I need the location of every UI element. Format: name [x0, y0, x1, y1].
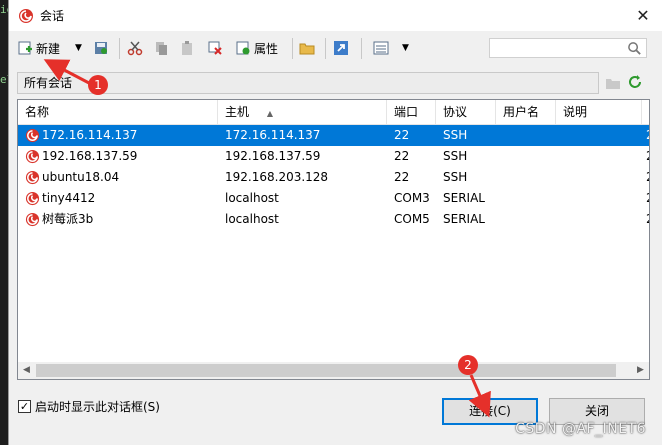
annotation-badge-2: 2 — [458, 355, 478, 375]
search-icon[interactable] — [627, 41, 642, 56]
window-title: 会话 — [40, 9, 65, 23]
column-header-host[interactable]: 主机 ▲ — [218, 100, 387, 124]
save-session-button[interactable] — [93, 36, 109, 60]
toolbar-separator — [292, 38, 293, 59]
toolbar-separator — [325, 38, 326, 59]
annotation-badge-1: 1 — [88, 75, 108, 95]
cell-protocol: SSH — [443, 149, 468, 163]
cell-extra: 2 — [646, 167, 649, 188]
new-dropdown-arrow[interactable]: ▼ — [75, 36, 82, 60]
cell-port: 22 — [394, 149, 410, 163]
paste-button[interactable] — [179, 36, 195, 60]
session-icon — [25, 128, 40, 143]
cell-protocol: SSH — [443, 128, 468, 142]
scroll-thumb[interactable] — [36, 364, 616, 377]
session-icon — [25, 149, 40, 164]
new-session-label: 新建 — [36, 41, 61, 56]
shortcut-arrow-icon — [334, 41, 348, 55]
folder-icon — [299, 43, 315, 55]
cell-name: 192.168.137.59 — [42, 149, 138, 163]
app-logo-icon — [19, 8, 33, 23]
session-icon — [25, 170, 40, 185]
scroll-left-arrow[interactable]: ◀ — [18, 362, 35, 379]
cell-port: COM3 — [394, 191, 430, 205]
sessions-dialog: 会话 ✕ 新建 ▼ 属性 ▼ 所有会话 名称 主机 ▲ 端口 协议 用户名 说明… — [8, 0, 662, 445]
close-window-button[interactable]: ✕ — [634, 6, 652, 25]
cell-port: 22 — [394, 128, 410, 142]
table-row[interactable]: tiny4412 localhost COM3 SERIAL 2 — [18, 188, 649, 209]
cell-extra: 2 — [646, 146, 649, 167]
copy-icon — [156, 42, 167, 55]
sessions-table: 名称 主机 ▲ 端口 协议 用户名 说明 修 172.16.114.137172… — [17, 99, 650, 380]
properties-icon — [236, 41, 250, 55]
session-icon — [25, 212, 40, 227]
view-mode-button[interactable] — [373, 36, 389, 60]
paste-icon — [182, 41, 192, 55]
cell-host: 192.168.137.59 — [225, 149, 321, 163]
list-view-icon — [373, 41, 389, 55]
cell-port: COM5 — [394, 212, 430, 226]
session-icon — [25, 191, 40, 206]
sort-ascending-icon: ▲ — [266, 109, 273, 118]
cut-button[interactable] — [127, 36, 143, 60]
cell-name: 172.16.114.137 — [42, 128, 138, 142]
startup-checkbox-label: 启动时显示此对话框(S) — [35, 400, 160, 414]
properties-label: 属性 — [254, 41, 279, 56]
cell-protocol: SERIAL — [443, 191, 485, 205]
table-row[interactable]: 树莓派3b localhost COM5 SERIAL 2 — [18, 209, 649, 230]
cell-host: 172.16.114.137 — [225, 128, 321, 142]
new-folder-button[interactable] — [299, 36, 315, 60]
cell-port: 22 — [394, 170, 410, 184]
delete-button[interactable] — [207, 36, 223, 60]
scissors-icon — [127, 41, 143, 56]
column-header-protocol[interactable]: 协议 — [436, 100, 496, 124]
refresh-icon[interactable] — [627, 74, 643, 90]
view-dropdown-arrow[interactable]: ▼ — [402, 36, 409, 60]
cell-host: localhost — [225, 191, 279, 205]
cell-name: tiny4412 — [42, 191, 96, 205]
column-header-host-label: 主机 — [225, 105, 250, 119]
folder-up-icon[interactable] — [605, 75, 621, 91]
save-disk-icon — [95, 42, 107, 54]
cell-name: ubuntu18.04 — [42, 170, 120, 184]
cell-extra: 2 — [646, 209, 649, 230]
cell-host: localhost — [225, 212, 279, 226]
cell-protocol: SSH — [443, 170, 468, 184]
table-row[interactable]: ubuntu18.04 192.168.203.128 22 SSH 2 — [18, 167, 649, 188]
copy-button[interactable] — [153, 36, 169, 60]
column-header-modified[interactable]: 修 — [642, 100, 649, 124]
cell-extra: 2 — [646, 188, 649, 209]
table-row[interactable]: 192.168.137.59 192.168.137.59 22 SSH 2 — [18, 146, 649, 167]
startup-checkbox-row[interactable]: ✓ 启动时显示此对话框(S) — [18, 398, 160, 415]
startup-checkbox[interactable]: ✓ — [18, 400, 31, 413]
column-header-username[interactable]: 用户名 — [496, 100, 556, 124]
scroll-right-arrow[interactable]: ▶ — [632, 362, 649, 379]
cell-name: 树莓派3b — [42, 212, 94, 226]
horizontal-scrollbar[interactable]: ◀ ▶ — [18, 362, 649, 379]
column-header-name[interactable]: 名称 — [18, 100, 218, 124]
new-session-button[interactable]: 新建 — [17, 36, 60, 60]
cell-protocol: SERIAL — [443, 212, 485, 226]
search-box[interactable] — [489, 38, 647, 58]
table-row[interactable]: 172.16.114.137 172.16.114.137 22 SSH 2 — [18, 125, 649, 146]
toolbar-separator — [119, 38, 120, 59]
watermark: CSDN @AF_INET6 — [515, 421, 646, 437]
column-header-description[interactable]: 说明 — [556, 100, 642, 124]
shortcut-button[interactable] — [333, 36, 349, 60]
delete-icon — [208, 41, 222, 55]
table-header: 名称 主机 ▲ 端口 协议 用户名 说明 修 — [18, 100, 649, 125]
cell-host: 192.168.203.128 — [225, 170, 329, 184]
path-label: 所有会话 — [24, 76, 73, 90]
column-header-port[interactable]: 端口 — [387, 100, 436, 124]
toolbar-separator — [361, 38, 362, 59]
new-session-icon — [18, 41, 32, 55]
properties-button[interactable]: 属性 — [235, 36, 278, 60]
cell-extra: 2 — [646, 125, 649, 146]
title-bar: 会话 ✕ — [9, 0, 662, 31]
search-input[interactable] — [492, 40, 626, 58]
